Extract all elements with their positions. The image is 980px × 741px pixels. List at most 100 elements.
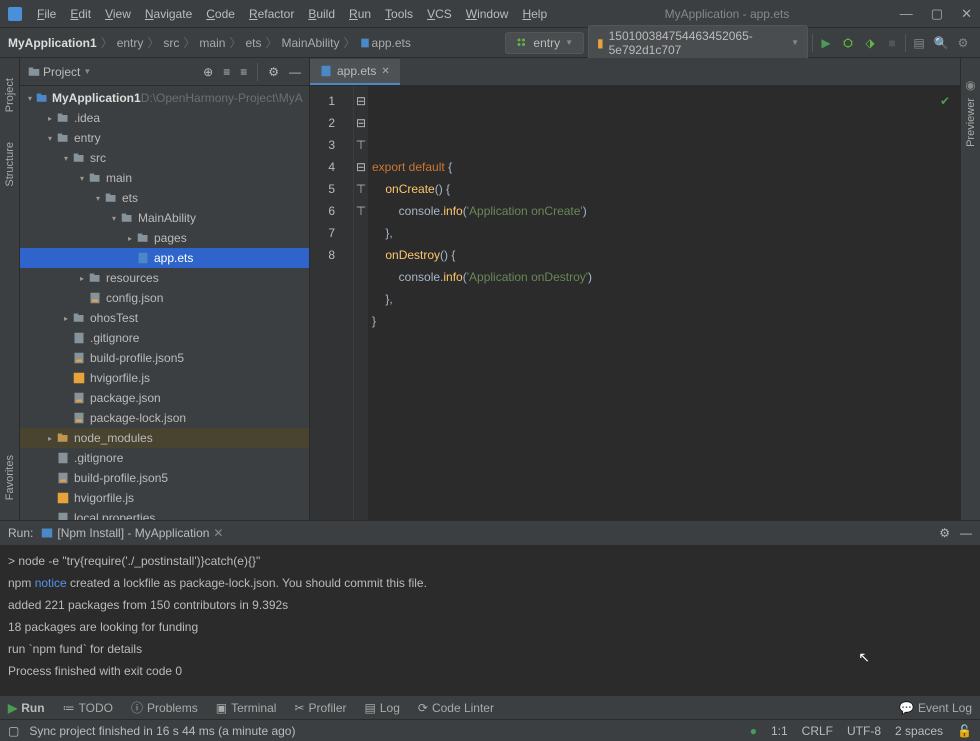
- select-opened-file-button[interactable]: ⊕: [203, 65, 213, 79]
- tree-item-build-profile.json5[interactable]: build-profile.json5: [20, 348, 309, 368]
- titlebar: FileEditViewNavigateCodeRefactorBuildRun…: [0, 0, 980, 28]
- console-line: added 221 packages from 150 contributors…: [8, 594, 972, 616]
- tree-item-MainAbility[interactable]: ▾MainAbility: [20, 208, 309, 228]
- previewer-label[interactable]: Previewer: [965, 98, 977, 147]
- project-tree[interactable]: ▾MyApplication1 D:\OpenHarmony-Project\M…: [20, 86, 309, 520]
- run-config-selector[interactable]: entry ▼: [505, 32, 584, 54]
- tree-item-pages[interactable]: ▸pages: [20, 228, 309, 248]
- run-tool-button[interactable]: ▶ Run: [8, 701, 45, 715]
- stop-button[interactable]: ■: [883, 34, 901, 52]
- codelinter-tool-button[interactable]: ⟳ Code Linter: [418, 701, 494, 715]
- file-encoding[interactable]: UTF-8: [847, 724, 881, 738]
- toolwindows-toggle-button[interactable]: ▢: [8, 724, 19, 738]
- tree-item-package-lock.json[interactable]: package-lock.json: [20, 408, 309, 428]
- tree-item-entry[interactable]: ▾entry: [20, 128, 309, 148]
- debug-button[interactable]: [839, 34, 857, 52]
- breadcrumb-item[interactable]: MyApplication1: [8, 36, 97, 50]
- tree-item-.idea[interactable]: ▸.idea: [20, 108, 309, 128]
- run-tab[interactable]: [Npm Install] - MyApplication ✕: [41, 526, 223, 540]
- menu-code[interactable]: Code: [199, 3, 242, 25]
- device-selector[interactable]: ▮ 150100384754463452065­5e792d1c707 ▼: [588, 25, 808, 61]
- menu-file[interactable]: File: [30, 3, 63, 25]
- editor-tab-label: app.ets: [337, 64, 376, 78]
- breadcrumb-item[interactable]: MainAbility: [281, 36, 339, 50]
- chevron-down-icon: ▼: [565, 38, 573, 47]
- tree-item-local.properties[interactable]: local.properties: [20, 508, 309, 520]
- maximize-button[interactable]: ▢: [931, 6, 943, 22]
- tree-item-package.json[interactable]: package.json: [20, 388, 309, 408]
- settings-icon[interactable]: ⚙: [268, 65, 279, 79]
- tree-item-ohosTest[interactable]: ▸ohosTest: [20, 308, 309, 328]
- favorites-tool-button[interactable]: Favorites: [4, 455, 16, 500]
- coverage-button[interactable]: ⬗: [861, 34, 879, 52]
- device-id: 150100384754463452065­5e792d1c707: [609, 29, 786, 57]
- terminal-tool-button[interactable]: ▣ Terminal: [216, 701, 277, 715]
- tree-item-.gitignore[interactable]: .gitignore: [20, 448, 309, 468]
- inspections-ok-icon[interactable]: ✔: [940, 90, 950, 112]
- close-button[interactable]: ✕: [961, 6, 972, 22]
- log-tool-button[interactable]: ▤ Log: [365, 701, 400, 715]
- tree-item-resources[interactable]: ▸resources: [20, 268, 309, 288]
- close-tab-button[interactable]: ✕: [213, 526, 223, 540]
- menu-refactor[interactable]: Refactor: [242, 3, 301, 25]
- fold-column[interactable]: ⊟⊟⊤⊟⊤⊤: [354, 86, 368, 520]
- hide-run-button[interactable]: —: [960, 526, 972, 540]
- tree-item-ets[interactable]: ▾ets: [20, 188, 309, 208]
- menu-view[interactable]: View: [98, 3, 138, 25]
- minimize-button[interactable]: —: [900, 6, 913, 22]
- breadcrumb-item[interactable]: src: [163, 36, 179, 50]
- console-line: Process finished with exit code 0: [8, 660, 972, 682]
- search-button[interactable]: 🔍: [932, 34, 950, 52]
- run-settings-button[interactable]: ⚙: [939, 526, 950, 540]
- line-separator[interactable]: CRLF: [802, 724, 833, 738]
- menu-run[interactable]: Run: [342, 3, 378, 25]
- breadcrumb-item[interactable]: entry: [117, 36, 144, 50]
- settings-button[interactable]: ⚙: [954, 34, 972, 52]
- cursor-position[interactable]: 1:1: [771, 724, 788, 738]
- tree-item-src[interactable]: ▾src: [20, 148, 309, 168]
- menu-help[interactable]: Help: [515, 3, 554, 25]
- close-tab-button[interactable]: ✕: [381, 66, 389, 77]
- menu-edit[interactable]: Edit: [63, 3, 98, 25]
- editor-gutter[interactable]: 12345678: [310, 86, 354, 520]
- tree-item-build-profile.json5[interactable]: build-profile.json5: [20, 468, 309, 488]
- main-menu: FileEditViewNavigateCodeRefactorBuildRun…: [30, 3, 554, 25]
- project-tool-button[interactable]: Project: [4, 78, 16, 112]
- todo-tool-button[interactable]: ≔ TODO: [63, 701, 113, 715]
- tree-item-hvigorfile.js[interactable]: hvigorfile.js: [20, 488, 309, 508]
- menu-tools[interactable]: Tools: [378, 3, 420, 25]
- run-button[interactable]: ▶: [817, 34, 835, 52]
- breadcrumb-item[interactable]: app.ets: [360, 36, 411, 50]
- tree-item-config.json[interactable]: config.json: [20, 288, 309, 308]
- indent-setting[interactable]: 2 spaces: [895, 724, 943, 738]
- tree-item-node_modules[interactable]: ▸node_modules: [20, 428, 309, 448]
- profiler-tool-button[interactable]: ✂ Profiler: [294, 701, 346, 715]
- status-indicator-icon[interactable]: ●: [750, 724, 757, 738]
- bottom-toolwindow-stripe: ▶ Run ≔ TODO ⓘ Problems ▣ Terminal ✂ Pro…: [0, 695, 980, 719]
- tree-item-app.ets[interactable]: app.ets: [20, 248, 309, 268]
- tree-item-main[interactable]: ▾main: [20, 168, 309, 188]
- code-editor[interactable]: ✔ export default { onCreate() { console.…: [368, 86, 960, 520]
- menu-build[interactable]: Build: [301, 3, 342, 25]
- project-view-selector[interactable]: Project ▼: [28, 65, 91, 79]
- previewer-tool-button[interactable]: ◉: [965, 78, 975, 92]
- tree-item-hvigorfile.js[interactable]: hvigorfile.js: [20, 368, 309, 388]
- breadcrumb[interactable]: MyApplication1〉entry〉src〉main〉ets〉MainAb…: [8, 34, 411, 51]
- menu-vcs[interactable]: VCS: [420, 3, 459, 25]
- structure-tool-button[interactable]: Structure: [4, 142, 16, 187]
- breadcrumb-item[interactable]: main: [199, 36, 225, 50]
- problems-tool-button[interactable]: ⓘ Problems: [131, 699, 198, 716]
- breadcrumb-item[interactable]: ets: [245, 36, 261, 50]
- tree-root[interactable]: ▾MyApplication1 D:\OpenHarmony-Project\M…: [20, 88, 309, 108]
- readonly-indicator-icon[interactable]: 🔓: [957, 724, 972, 738]
- project-structure-button[interactable]: ▤: [910, 34, 928, 52]
- run-console[interactable]: ↖ > node -e "try{require('./_postinstall…: [0, 546, 980, 695]
- hide-button[interactable]: —: [289, 65, 301, 79]
- eventlog-tool-button[interactable]: 💬 Event Log: [899, 701, 972, 715]
- collapse-all-button[interactable]: ≡: [240, 65, 247, 79]
- editor-tab-app-ets[interactable]: app.ets ✕: [310, 59, 400, 85]
- tree-item-.gitignore[interactable]: .gitignore: [20, 328, 309, 348]
- expand-all-button[interactable]: ≡: [223, 65, 230, 79]
- menu-navigate[interactable]: Navigate: [138, 3, 199, 25]
- menu-window[interactable]: Window: [459, 3, 516, 25]
